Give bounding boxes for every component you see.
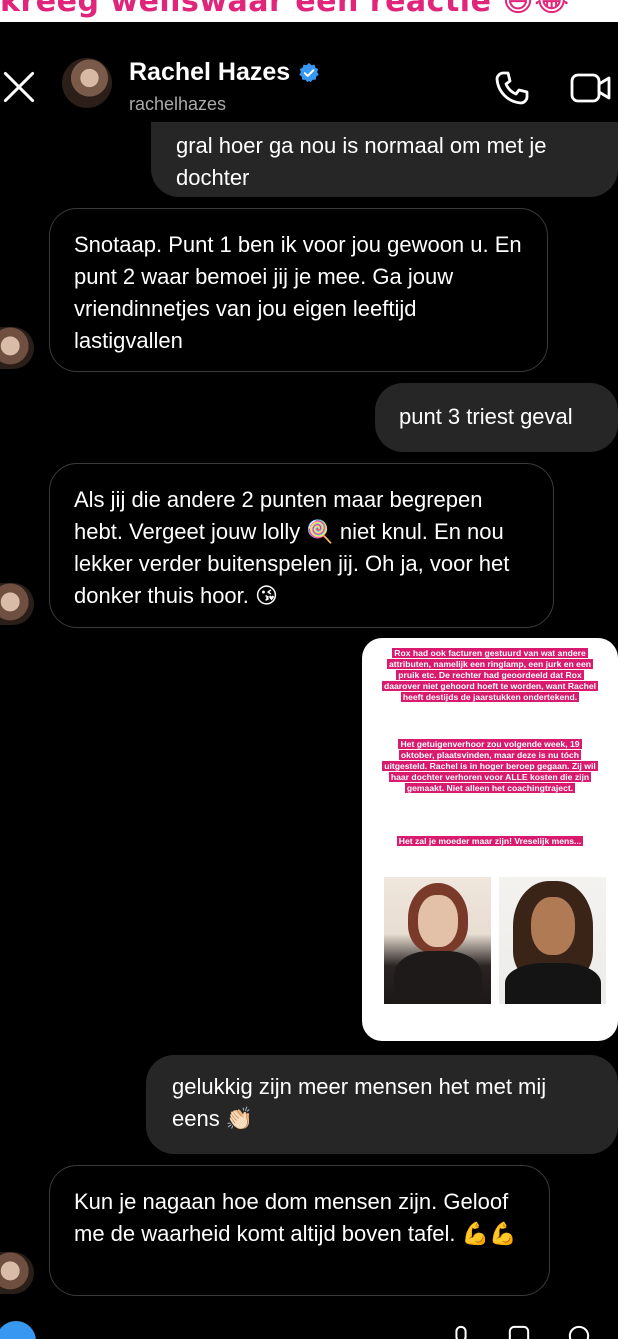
message-composer (0, 1313, 618, 1339)
story-photo-woman-red-hair (384, 877, 491, 1004)
story-paragraph: Het zal je moeder maar zijn! Vreselijk m… (396, 836, 584, 846)
message-text: Snotaap. Punt 1 ben ik voor jou gewoon u… (74, 232, 522, 353)
contact-name-row[interactable]: Rachel Hazes (129, 58, 320, 87)
message-text: gelukkig zijn meer mensen het met mij ee… (172, 1074, 547, 1131)
contact-username: rachelhazes (129, 94, 227, 114)
story-paragraph: Het getuigenverhoor zou volgende week, 1… (382, 739, 598, 793)
message-text: Kun je nagaan hoe dom mensen zijn. Geloo… (74, 1189, 517, 1246)
camera-button[interactable] (0, 1321, 36, 1339)
contact-name: Rachel Hazes (129, 58, 291, 86)
message-text: Als jij die andere 2 punten maar begrepe… (74, 487, 510, 608)
message-input[interactable] (48, 1313, 428, 1339)
header-overlay: Rachel Hazes rachelhazes (0, 44, 618, 126)
story-caption-banner: kreeg wellswaar een reactie 😅😂 (0, 0, 618, 22)
message-bubble-incoming[interactable]: Kun je nagaan hoe dom mensen zijn. Geloo… (49, 1165, 550, 1296)
message-bubble-incoming[interactable]: Snotaap. Punt 1 ben ik voor jou gewoon u… (49, 208, 548, 372)
verified-badge-icon (299, 62, 319, 82)
video-camera-icon[interactable] (570, 70, 612, 106)
sender-avatar[interactable] (0, 327, 34, 369)
sender-avatar[interactable] (0, 1252, 34, 1294)
story-paragraph: Rox had ook facturen gestuurd van wat an… (382, 648, 599, 702)
gallery-icon[interactable] (505, 1325, 533, 1339)
phone-icon[interactable] (494, 70, 530, 106)
message-text: gral hoer ga nou is normaal om met je do… (176, 133, 547, 190)
avatar[interactable] (62, 58, 112, 108)
sticker-icon[interactable] (566, 1325, 592, 1339)
message-bubble-outgoing[interactable]: punt 3 triest geval (375, 383, 618, 452)
message-bubble-incoming[interactable]: Als jij die andere 2 punten maar begrepe… (49, 463, 554, 628)
story-photo-woman-dark-hair (499, 877, 606, 1004)
message-text: punt 3 triest geval (399, 404, 573, 429)
microphone-icon[interactable] (450, 1325, 472, 1339)
close-icon[interactable] (2, 70, 36, 104)
shared-story-card[interactable]: Rox had ook facturen gestuurd van wat an… (362, 638, 618, 1041)
sender-avatar[interactable] (0, 583, 34, 625)
message-bubble-outgoing[interactable]: gelukkig zijn meer mensen het met mij ee… (146, 1055, 618, 1154)
banner-text: kreeg wellswaar een reactie 😅😂 (0, 0, 570, 19)
